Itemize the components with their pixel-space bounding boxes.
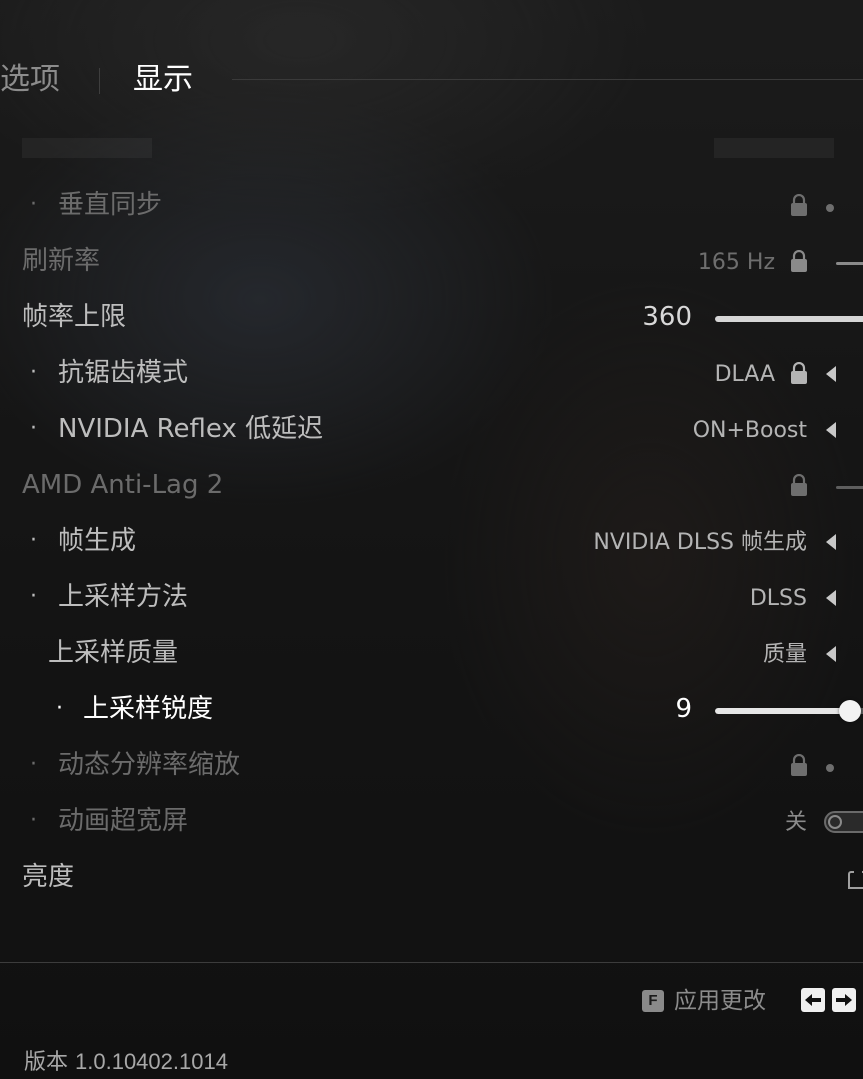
setting-row-reflex[interactable]: · NVIDIA Reflex 低延迟 ON+Boost <box>0 402 863 458</box>
arrow-left-icon[interactable] <box>826 534 836 550</box>
setting-label: 刷新率 <box>22 246 101 276</box>
toggle-switch[interactable] <box>824 811 863 833</box>
slider-value: 360 <box>642 302 692 332</box>
setting-row-refresh-rate[interactable]: 刷新率 165 Hz <box>0 234 863 290</box>
lock-icon <box>790 754 808 776</box>
slider-track[interactable] <box>836 262 863 265</box>
lock-icon <box>790 474 808 496</box>
bullet: · <box>30 192 37 217</box>
setting-label: AMD Anti-Lag 2 <box>22 470 224 500</box>
setting-label: 动画超宽屏 <box>58 806 189 836</box>
slider-track[interactable] <box>715 316 863 322</box>
setting-label: 帧率上限 <box>22 302 127 332</box>
arrow-left-icon[interactable] <box>826 646 836 662</box>
open-submenu-icon[interactable] <box>848 868 863 890</box>
setting-row-frame-cap[interactable]: 帧率上限 360 <box>0 290 863 346</box>
setting-label: 垂直同步 <box>58 190 163 220</box>
bullet: · <box>30 752 37 777</box>
lock-icon <box>790 250 808 272</box>
lock-icon <box>790 194 808 216</box>
version-info: 版本 1.0.10402.1014 <box>24 1046 228 1079</box>
setting-value: 165 Hz <box>697 250 775 275</box>
header-divider <box>232 79 863 80</box>
tab-options[interactable]: 选项 <box>0 60 60 100</box>
setting-label: 抗锯齿模式 <box>58 358 189 388</box>
tab-display[interactable]: 显示 <box>133 60 193 100</box>
setting-row-frame-generation[interactable]: · 帧生成 NVIDIA DLSS 帧生成 <box>0 514 863 570</box>
setting-value: 关 <box>784 810 807 835</box>
setting-row-upscaling-quality[interactable]: 上采样质量 质量 <box>0 626 863 682</box>
bullet: · <box>30 528 37 553</box>
slider-fill <box>715 316 863 322</box>
bullet: · <box>30 584 37 609</box>
setting-label: 上采样质量 <box>48 638 179 668</box>
setting-row-brightness[interactable]: 亮度 <box>0 850 863 906</box>
toggle-dot[interactable] <box>826 204 834 212</box>
tab-separator <box>99 68 100 94</box>
lock-icon <box>790 362 808 384</box>
setting-row-antialiasing[interactable]: · 抗锯齿模式 DLAA <box>0 346 863 402</box>
slider-value: 9 <box>675 694 692 724</box>
setting-row-upscaling-sharpness[interactable]: · 上采样锐度 9 <box>0 682 863 738</box>
setting-label: 上采样方法 <box>58 582 189 612</box>
arrow-left-icon[interactable] <box>826 366 836 382</box>
arrow-right-key-icon[interactable] <box>832 988 856 1012</box>
setting-row-dynamic-resolution[interactable]: · 动态分辨率缩放 <box>0 738 863 794</box>
slider-thumb[interactable] <box>839 700 861 722</box>
arrow-left-icon[interactable] <box>826 590 836 606</box>
arrow-left-key-icon[interactable] <box>801 988 825 1012</box>
bullet: · <box>30 360 37 385</box>
arrow-left-icon[interactable] <box>826 422 836 438</box>
setting-row-anti-lag[interactable]: AMD Anti-Lag 2 <box>0 458 863 514</box>
faded-row <box>22 138 862 166</box>
header: 选项 显示 <box>0 52 863 108</box>
slider-fill <box>715 708 859 714</box>
bullet: · <box>30 808 37 833</box>
key-f-icon: F <box>642 990 664 1012</box>
setting-label: NVIDIA Reflex 低延迟 <box>58 414 324 444</box>
setting-label: 动态分辨率缩放 <box>58 750 241 780</box>
version-label: 版本 <box>24 1050 69 1075</box>
bullet: · <box>30 416 37 441</box>
setting-label: 上采样锐度 <box>83 694 214 724</box>
toggle-dot[interactable] <box>826 764 834 772</box>
slider-track[interactable] <box>836 486 863 489</box>
setting-label: 帧生成 <box>58 526 137 556</box>
apply-changes-label: 应用更改 <box>674 988 766 1014</box>
footer-divider <box>0 962 863 963</box>
setting-value: NVIDIA DLSS 帧生成 <box>593 530 807 555</box>
setting-row-vsync[interactable]: · 垂直同步 <box>0 178 863 234</box>
setting-value: DLSS <box>749 586 807 611</box>
setting-row-upscaling-method[interactable]: · 上采样方法 DLSS <box>0 570 863 626</box>
setting-value: 质量 <box>762 642 807 667</box>
bullet: · <box>56 696 63 721</box>
setting-label: 亮度 <box>22 862 75 892</box>
setting-value: DLAA <box>714 362 775 387</box>
setting-row-cinematic-ultrawide[interactable]: · 动画超宽屏 关 <box>0 794 863 850</box>
version-number: 1.0.10402.1014 <box>75 1049 228 1074</box>
toggle-knob <box>828 815 842 829</box>
setting-value: ON+Boost <box>692 418 807 443</box>
